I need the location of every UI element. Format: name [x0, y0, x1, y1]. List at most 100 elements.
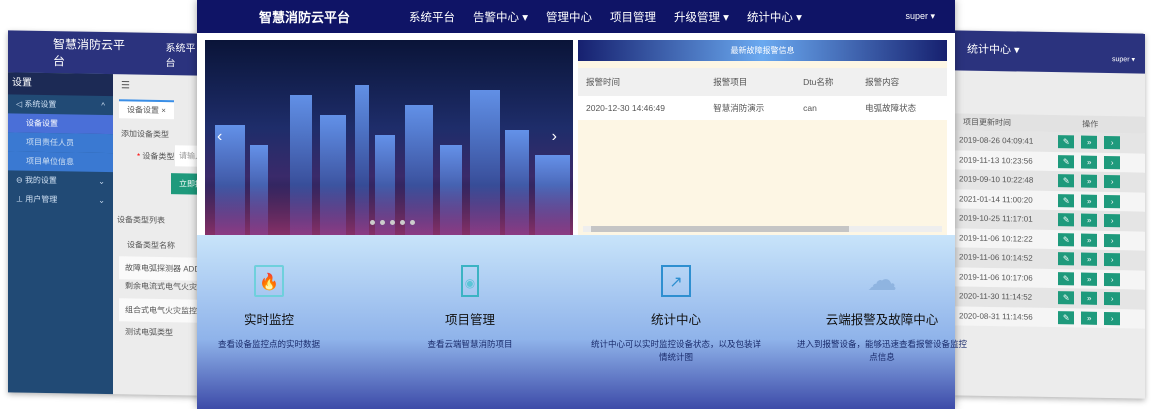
edit-icon[interactable]: ✎ — [1058, 271, 1075, 286]
double-chevron-icon[interactable]: » — [1081, 194, 1098, 208]
extinguisher-icon: ◉ — [461, 265, 479, 297]
chevron-right-icon[interactable]: › — [1104, 194, 1121, 208]
sidebar-title: 设置 — [8, 72, 113, 97]
chevron-right-icon[interactable]: › — [1104, 253, 1121, 267]
double-chevron-icon[interactable]: » — [1081, 155, 1098, 169]
feature-cloud-alarm-center[interactable]: ☁ 云端报警及故障中心 进入到报警设备，能够迅速查看报警设备监控点信息 — [787, 265, 977, 364]
latest-alarm-panel: 最新故障报警信息 报警时间 报警项目 Dtu名称 报警内容 2020-12-30 14… — [578, 40, 947, 235]
nav-statistics-center[interactable]: 统计中心 ▾ — [967, 41, 1020, 58]
column-header: 项目更新时间 — [953, 113, 1053, 133]
alarm-table: 报警时间 报警项目 Dtu名称 报警内容 2020-12-30 14:46:49 智慧消… — [578, 68, 947, 120]
double-chevron-icon[interactable]: » — [1081, 311, 1098, 325]
left-header: 智慧消防云平台 系统平台 — [8, 30, 200, 76]
feature-desc: 进入到报警设备，能够迅速查看报警设备监控点信息 — [796, 339, 967, 362]
top-navbar: 智慧消防云平台 系统平台 告警中心 ▾ 管理中心 项目管理 升级管理 ▾ 统计中… — [197, 0, 955, 33]
table-row: 2020-12-30 14:46:49 智慧消防演示 can 电弧故障状态 — [578, 96, 947, 120]
carousel-prev-icon[interactable]: ‹ — [217, 128, 222, 146]
double-chevron-icon[interactable]: » — [1081, 291, 1098, 306]
list-title: 设备类型列表 — [117, 215, 165, 226]
carousel-indicators[interactable] — [370, 220, 415, 225]
double-chevron-icon[interactable]: » — [1081, 252, 1098, 267]
chevron-right-icon[interactable]: › — [1104, 311, 1121, 325]
nav-system-platform[interactable]: 系统平台 — [165, 39, 200, 70]
edit-icon[interactable]: ✎ — [1058, 232, 1075, 247]
user-menu[interactable]: super ▾ — [905, 11, 935, 22]
alarm-time: 2020-12-30 14:46:49 — [578, 96, 706, 120]
feature-title: 项目管理 — [444, 313, 495, 327]
double-chevron-icon[interactable]: » — [1081, 272, 1098, 286]
chevron-right-icon[interactable]: › — [1104, 272, 1121, 286]
logo: 智慧消防云平台 — [259, 10, 351, 25]
sidebar-item-user-management[interactable]: ⊥ 用户管理 ⌄ — [8, 189, 113, 210]
table-row: 2020-08-31 11:14:56 ✎» › — [953, 305, 1145, 329]
row-actions: ✎ » › — [1052, 210, 1145, 232]
update-time: 2019-08-26 04:09:41 — [953, 130, 1053, 152]
edit-icon[interactable]: ✎ — [1058, 174, 1075, 188]
sidebar-item-device-settings[interactable]: 设备设置 — [8, 113, 113, 135]
row-actions: ✎ » › — [1052, 268, 1145, 290]
double-chevron-icon[interactable]: » — [1081, 135, 1098, 150]
edit-icon[interactable]: ✎ — [1058, 193, 1075, 208]
nav-alarm-center[interactable]: 告警中心 ▾ — [473, 9, 528, 25]
column-header: 设备类型名称 — [127, 240, 175, 251]
settings-screenshot: 智慧消防云平台 系统平台 设置 ◁ 系统设置 ^ 设备设置 项目责任人员 项目单位… — [8, 30, 219, 396]
chevron-right-icon[interactable]: › — [1104, 233, 1121, 247]
row-actions: ✎ » › — [1052, 249, 1145, 271]
right-header: 统计中心 ▾ super ▾ — [953, 30, 1145, 74]
statistics-screenshot: 统计中心 ▾ super ▾ 项目更新时间 操作 2019-08-26 04:09… — [953, 30, 1145, 399]
column-header: 报警内容 — [857, 68, 947, 96]
update-time: 2021-01-14 11:00:20 — [953, 188, 1053, 211]
tab-device-settings[interactable]: 设备设置 × — [119, 99, 174, 120]
home-screenshot: 智慧消防云平台 系统平台 告警中心 ▾ 管理中心 项目管理 升级管理 ▾ 统计中… — [197, 0, 967, 409]
sidebar: 设置 ◁ 系统设置 ^ 设备设置 项目责任人员 项目单位信息 ⊖ 我的设置 ⌄ ⊥ … — [8, 72, 113, 395]
table-row: 测试电弧类型 — [125, 327, 173, 338]
update-time: 2019-09-10 10:22:48 — [953, 169, 1053, 191]
nav-system-platform[interactable]: 系统平台 — [409, 9, 455, 25]
sidebar-item-system-settings[interactable]: ◁ 系统设置 ^ — [8, 94, 113, 115]
feature-project-management[interactable]: ◉ 项目管理 查看云端智慧消防项目 — [375, 265, 565, 351]
edit-icon[interactable]: ✎ — [1058, 213, 1075, 227]
row-actions: ✎ » › — [1052, 229, 1145, 251]
sidebar-item-project-unit[interactable]: 项目单位信息 — [8, 151, 113, 173]
edit-icon[interactable]: ✎ — [1058, 135, 1075, 149]
feature-statistics-center[interactable]: ↗ 统计中心 统计中心可以实时监控设备状态，以及包装详情统计图 — [581, 265, 771, 364]
double-chevron-icon[interactable]: » — [1081, 174, 1098, 189]
nav-project-management[interactable]: 项目管理 — [610, 9, 656, 25]
user-menu[interactable]: super ▾ — [1112, 55, 1135, 63]
double-chevron-icon[interactable]: » — [1081, 213, 1098, 228]
double-chevron-icon[interactable]: » — [1081, 233, 1098, 247]
edit-icon[interactable]: ✎ — [1058, 252, 1075, 266]
nav-upgrade-management[interactable]: 升级管理 ▾ — [674, 9, 729, 25]
monitor-fire-icon: 🔥 — [254, 265, 284, 297]
chevron-right-icon[interactable]: › — [1104, 292, 1121, 306]
chevron-right-icon[interactable]: › — [1104, 214, 1121, 228]
row-actions: ✎ » › — [1052, 132, 1145, 154]
update-time: 2019-11-06 10:12:22 — [953, 227, 1053, 250]
image-carousel[interactable]: ‹ › — [205, 40, 573, 235]
sidebar-item-my-settings[interactable]: ⊖ 我的设置 ⌄ — [8, 170, 113, 191]
feature-desc: 查看设备监控点的实时数据 — [217, 339, 320, 349]
nav-statistics-center[interactable]: 统计中心 ▾ — [747, 9, 802, 25]
feature-realtime-monitoring[interactable]: 🔥 实时监控 查看设备监控点的实时数据 — [174, 265, 364, 351]
horizontal-scrollbar[interactable] — [583, 226, 942, 232]
field-label: * 设备类型 — [137, 151, 175, 162]
dtu-name: can — [795, 96, 858, 120]
edit-icon[interactable]: ✎ — [1058, 154, 1075, 169]
chevron-right-icon[interactable]: › — [1104, 136, 1121, 150]
edit-icon[interactable]: ✎ — [1058, 291, 1075, 305]
chevron-right-icon[interactable]: › — [1104, 175, 1121, 189]
edit-icon[interactable]: ✎ — [1058, 310, 1075, 325]
feature-desc: 查看云端智慧消防项目 — [427, 339, 513, 349]
carousel-next-icon[interactable]: › — [552, 128, 557, 146]
alarm-panel-title: 最新故障报警信息 — [578, 40, 947, 61]
project-table: 项目更新时间 操作 2019-08-26 04:09:41 ✎ » › 2019-11-1… — [953, 113, 1145, 329]
update-time: 2019-10-25 11:17:01 — [953, 208, 1053, 230]
chevron-right-icon[interactable]: › — [1104, 155, 1121, 169]
feature-desc: 统计中心可以实时监控设备状态，以及包装详情统计图 — [590, 339, 761, 362]
nav-management-center[interactable]: 管理中心 — [546, 9, 592, 25]
menu-toggle-icon[interactable]: ☰ — [121, 80, 130, 91]
alarm-project: 智慧消防演示 — [705, 96, 796, 120]
row-actions: ✎ » › — [1052, 288, 1145, 310]
feature-title: 云端报警及故障中心 — [825, 313, 939, 327]
sidebar-item-project-staff[interactable]: 项目责任人员 — [8, 132, 113, 154]
